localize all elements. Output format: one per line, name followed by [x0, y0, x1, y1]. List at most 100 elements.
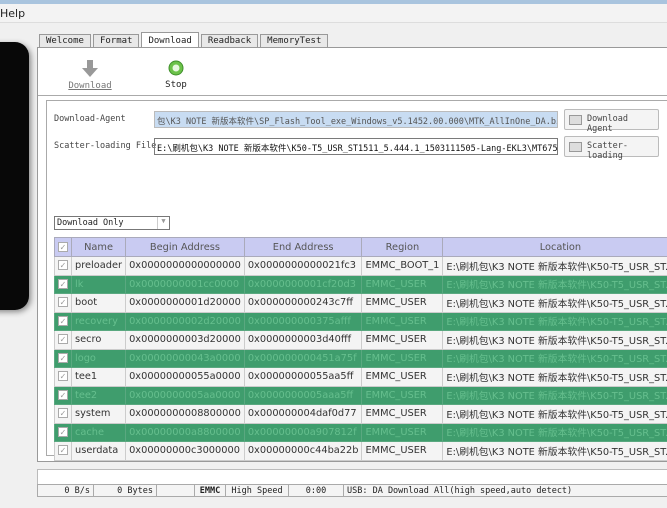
cell-begin: 0x0000000008800000: [125, 404, 245, 424]
table-row[interactable]: ✓ system 0x0000000008800000 0x000000004daf0…: [54, 404, 667, 424]
scatter-loading-button-label: Scatter-loading: [587, 141, 628, 161]
download-settings-group: Download-Agent 包\K3 NOTE 新版本软件\SP_Flash_…: [46, 100, 667, 461]
cell-name: cache: [70, 422, 127, 442]
table-row[interactable]: ✓ secro 0x0000000003d20000 0x0000000003d40f…: [54, 330, 667, 350]
cell-name: logo: [70, 348, 127, 368]
row-checkbox[interactable]: ✓: [54, 274, 72, 294]
cell-region: EMMC_USER: [361, 422, 444, 442]
cell-end: 0x00000000055aa5ff: [243, 367, 363, 387]
download-button[interactable]: Download: [68, 60, 112, 91]
cell-name: lk: [70, 274, 127, 294]
cell-loc: E:\刷机包\K3 NOTE 新版本软件\K50-T5_USR_ST...: [442, 256, 667, 276]
scatter-file-value: E:\刷机包\K3 NOTE 新版本软件\K50-T5_USR_ST1511_5…: [157, 144, 558, 154]
cell-end: 0x0000000005aaa5ff: [243, 385, 363, 405]
cell-loc: E:\刷机包\K3 NOTE 新版本软件\K50-T5_USR_ST...: [442, 367, 667, 387]
table-header: ✓ Name Begin Address End Address Region …: [54, 237, 667, 257]
cell-name: boot: [70, 293, 127, 313]
row-checkbox[interactable]: ✓: [54, 348, 72, 368]
row-checkbox[interactable]: ✓: [54, 330, 72, 350]
col-location[interactable]: Location: [442, 237, 667, 257]
cell-loc: E:\刷机包\K3 NOTE 新版本软件\K50-T5_USR_ST...: [442, 404, 667, 424]
col-end-address[interactable]: End Address: [243, 237, 363, 257]
cell-begin: 0x00000000a8800000: [125, 422, 245, 442]
table-row[interactable]: ✓ userdata 0x00000000c3000000 0x00000000c44…: [54, 441, 667, 461]
status-usb: USB: DA Download All(high speed,auto det…: [347, 486, 573, 496]
table-row[interactable]: ✓ recovery 0x0000000002d20000 0x00000000037…: [54, 311, 667, 331]
row-checkbox[interactable]: ✓: [54, 385, 72, 405]
cell-loc: E:\刷机包\K3 NOTE 新版本软件\K50-T5_USR_ST...: [442, 385, 667, 405]
folder-icon: [569, 115, 582, 125]
table-row[interactable]: ✓ tee2 0x0000000005aa0000 0x0000000005aaa5f…: [54, 385, 667, 405]
download-agent-field[interactable]: 包\K3 NOTE 新版本软件\SP_Flash_Tool_exe_Window…: [154, 111, 558, 128]
scatter-label: Scatter-loading File: [54, 141, 157, 151]
cell-loc: E:\刷机包\K3 NOTE 新版本软件\K50-T5_USR_ST...: [442, 330, 667, 350]
toolbar: Download Stop: [38, 48, 667, 96]
table-row[interactable]: ✓ tee1 0x00000000055a0000 0x00000000055aa5f…: [54, 367, 667, 387]
cell-region: EMMC_USER: [361, 311, 444, 331]
cell-name: recovery: [70, 311, 127, 331]
cell-name: tee1: [70, 367, 127, 387]
scatter-loading-button[interactable]: Scatter-loading: [564, 136, 659, 161]
cell-begin: 0x00000000c3000000: [125, 441, 245, 461]
stop-button[interactable]: Stop: [160, 60, 192, 90]
cell-end: 0x000000000243c7ff: [243, 293, 363, 313]
tab-memorytest[interactable]: MemoryTest: [260, 34, 329, 48]
cell-end: 0x000000000451a75f: [243, 348, 363, 368]
select-all-checkbox[interactable]: ✓: [54, 237, 72, 257]
mode-select[interactable]: Download Only ▼: [54, 216, 170, 230]
row-checkbox[interactable]: ✓: [54, 311, 72, 331]
tab-download[interactable]: Download: [141, 32, 199, 48]
table-row[interactable]: ✓ cache 0x00000000a8800000 0x00000000a90781…: [54, 422, 667, 442]
cell-name: secro: [70, 330, 127, 350]
stop-icon: [168, 60, 184, 76]
table-row[interactable]: ✓ logo 0x00000000043a0000 0x000000000451a75…: [54, 348, 667, 368]
cell-end: 0x000000004daf0d77: [243, 404, 363, 424]
cell-end: 0x000000000375afff: [243, 311, 363, 331]
cell-region: EMMC_USER: [361, 367, 444, 387]
status-time: 0:00: [289, 485, 344, 496]
row-checkbox[interactable]: ✓: [54, 256, 72, 276]
cell-loc: E:\刷机包\K3 NOTE 新版本软件\K50-T5_USR_ST...: [442, 311, 667, 331]
cell-region: EMMC_USER: [361, 441, 444, 461]
cell-begin: 0x0000000003d20000: [125, 330, 245, 350]
cell-name: userdata: [70, 441, 127, 461]
row-checkbox[interactable]: ✓: [54, 367, 72, 387]
cell-loc: E:\刷机包\K3 NOTE 新版本软件\K50-T5_USR_ST...: [442, 348, 667, 368]
cell-end: 0x0000000003d40fff: [243, 330, 363, 350]
download-agent-button[interactable]: Download Agent: [564, 109, 659, 134]
tab-welcome[interactable]: Welcome: [39, 34, 91, 48]
progress-bar: [37, 469, 667, 485]
row-checkbox[interactable]: ✓: [54, 404, 72, 424]
status-bar: 0 B/s 0 Bytes EMMC High Speed 0:00 USB: …: [37, 484, 667, 497]
menu-help[interactable]: Help: [0, 7, 25, 20]
col-region[interactable]: Region: [361, 237, 444, 257]
partition-table: ✓ Name Begin Address End Address Region …: [54, 237, 667, 461]
cell-region: EMMC_USER: [361, 293, 444, 313]
scatter-file-field[interactable]: E:\刷机包\K3 NOTE 新版本软件\K50-T5_USR_ST1511_5…: [154, 138, 558, 155]
mode-select-value: Download Only: [57, 218, 124, 228]
stop-label: Stop: [165, 80, 187, 90]
cell-loc: E:\刷机包\K3 NOTE 新版本软件\K50-T5_USR_ST...: [442, 422, 667, 442]
table-row[interactable]: ✓ lk 0x0000000001cc0000 0x0000000001cf20d3 E…: [54, 274, 667, 294]
status-bytes: 0 Bytes: [94, 485, 157, 496]
row-checkbox[interactable]: ✓: [54, 441, 72, 461]
menu-bar: Help: [0, 4, 667, 23]
status-blank: [157, 485, 195, 496]
row-checkbox[interactable]: ✓: [54, 422, 72, 442]
folder-icon: [569, 142, 582, 152]
row-checkbox[interactable]: ✓: [54, 293, 72, 313]
tab-format[interactable]: Format: [92, 34, 140, 48]
tab-readback[interactable]: Readback: [200, 34, 259, 48]
table-row[interactable]: ✓ preloader 0x0000000000000000 0x0000000000…: [54, 256, 667, 276]
col-name[interactable]: Name: [70, 237, 127, 257]
cell-name: tee2: [70, 385, 127, 405]
cell-region: EMMC_USER: [361, 330, 444, 350]
col-begin-address[interactable]: Begin Address: [125, 237, 245, 257]
cell-end: 0x00000000a907812f: [243, 422, 363, 442]
cell-end: 0x0000000001cf20d3: [243, 274, 363, 294]
table-row[interactable]: ✓ boot 0x0000000001d20000 0x000000000243c7f…: [54, 293, 667, 313]
cell-begin: 0x0000000005aa0000: [125, 385, 245, 405]
download-agent-button-label: Download Agent: [587, 114, 628, 134]
cell-begin: 0x0000000001cc0000: [125, 274, 245, 294]
status-storage: EMMC: [195, 485, 226, 496]
